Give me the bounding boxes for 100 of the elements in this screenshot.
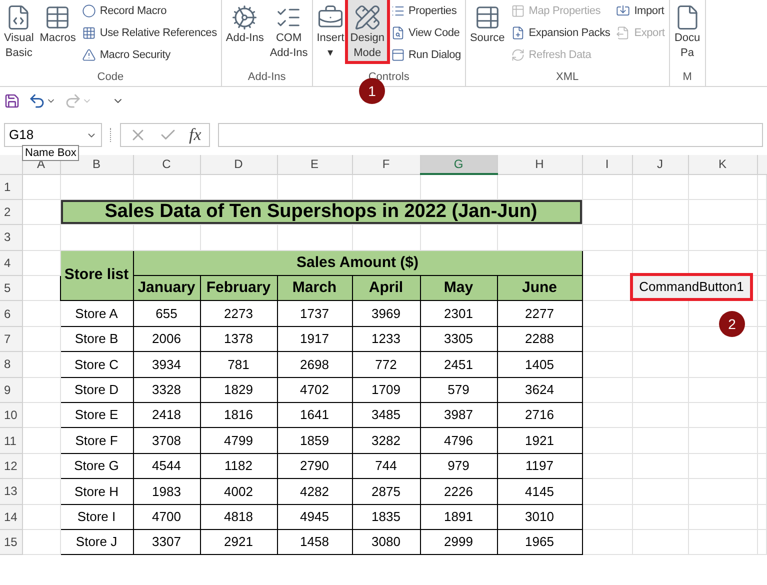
column-header[interactable]: H — [497, 155, 582, 174]
column-header[interactable]: I — [582, 155, 632, 174]
table-cell: 1378 — [200, 326, 277, 352]
table-cell: 3328 — [133, 377, 200, 403]
row-header[interactable]: 2 — [0, 199, 22, 225]
table-cell: 2418 — [133, 402, 200, 428]
table-cell: 4818 — [200, 504, 277, 530]
table-cell: 3282 — [352, 428, 420, 454]
column-header[interactable]: B — [60, 155, 133, 174]
ribbon-button[interactable]: Macros — [38, 0, 78, 46]
ribbon-button[interactable]: Design Mode — [348, 0, 387, 61]
import-icon — [616, 4, 630, 18]
ribbon-button[interactable]: View Code — [388, 22, 463, 44]
column-header[interactable]: F — [352, 155, 420, 174]
ribbon-button[interactable]: Visual Basic — [2, 0, 36, 61]
row-header[interactable]: 4 — [0, 250, 22, 276]
table-cell: 4702 — [277, 377, 352, 403]
table-header: May — [420, 276, 497, 301]
column-header[interactable]: C — [133, 155, 200, 174]
table-icon — [510, 4, 525, 18]
table-cell: 744 — [352, 453, 420, 479]
ribbon-button[interactable]: Use Relative References — [80, 22, 219, 44]
table-cell: 2226 — [420, 478, 497, 504]
column-header[interactable]: E — [277, 155, 352, 174]
group-label: Add-Ins — [246, 70, 287, 85]
row-header[interactable]: 12 — [0, 453, 22, 479]
ribbon-button[interactable]: Properties — [388, 0, 463, 22]
table-cell: 2698 — [277, 352, 352, 378]
save-icon[interactable] — [4, 93, 20, 109]
table-cell: Store H — [60, 478, 133, 504]
ribbon-button[interactable]: Docu Pa — [672, 0, 703, 61]
formula-input[interactable] — [218, 123, 763, 147]
row-header[interactable]: 14 — [0, 504, 22, 530]
table-cell: 4796 — [420, 428, 497, 454]
row-header[interactable]: 6 — [0, 300, 22, 326]
table-cell: 2006 — [133, 326, 200, 352]
table-cell: 1641 — [277, 402, 352, 428]
table-cell: 3969 — [352, 300, 420, 326]
table-header: June — [497, 276, 582, 301]
ribbon-button[interactable]: Expansion Packs — [508, 22, 612, 44]
table-cell: 3010 — [497, 504, 582, 530]
ribbon-button[interactable]: Record Macro — [80, 0, 219, 22]
table-title: Sales Data of Ten Supershops in 2022 (Jan-Jun) — [60, 200, 582, 224]
grid-icon — [82, 26, 96, 40]
table-header: April — [352, 276, 420, 301]
command-button[interactable]: CommandButton1 — [630, 273, 753, 301]
table-cell: 2273 — [200, 300, 277, 326]
row-header[interactable]: 3 — [0, 224, 22, 250]
table-cell: Store F — [60, 428, 133, 454]
gear-icon — [231, 4, 258, 31]
row-header[interactable]: 7 — [0, 326, 22, 352]
ribbon-button[interactable]: Add-Ins — [224, 0, 266, 46]
row-header[interactable]: 5 — [0, 276, 22, 301]
column-header[interactable]: G — [420, 155, 497, 174]
table-cell: 4700 — [133, 504, 200, 530]
table-header: Store list — [60, 250, 133, 301]
ribbon-button[interactable]: Import — [614, 0, 667, 22]
table-cell: 772 — [352, 352, 420, 378]
table-cell: 1835 — [352, 504, 420, 530]
table-cell: 4799 — [200, 428, 277, 454]
table-cell: 1233 — [352, 326, 420, 352]
undo-icon[interactable] — [28, 92, 46, 110]
table-cell: 2301 — [420, 300, 497, 326]
column-header[interactable]: D — [200, 155, 277, 174]
ribbon-button[interactable]: Macro Security — [80, 44, 219, 66]
table-cell: 2288 — [497, 326, 582, 352]
table-cell: 1458 — [277, 529, 352, 555]
table-cell: 3987 — [420, 402, 497, 428]
ribbon-button[interactable]: Insert ▾ — [314, 0, 346, 61]
ribbon-button[interactable]: Run Dialog — [388, 44, 463, 66]
row-header[interactable]: 8 — [0, 352, 22, 378]
table-cell: 579 — [420, 377, 497, 403]
table-cell: 1859 — [277, 428, 352, 454]
row-header[interactable]: 1 — [0, 174, 22, 200]
column-header[interactable]: J — [632, 155, 688, 174]
row-header[interactable]: 15 — [0, 529, 22, 555]
table-icon — [474, 4, 501, 31]
table-cell: 1917 — [277, 326, 352, 352]
table-cell: 781 — [200, 352, 277, 378]
table-cell: 3624 — [497, 377, 582, 403]
ribbon-button[interactable]: Source — [468, 0, 507, 46]
insert-function-button[interactable]: fx — [189, 122, 202, 148]
table-cell: 1737 — [277, 300, 352, 326]
row-header[interactable]: 11 — [0, 428, 22, 454]
row-header[interactable]: 13 — [0, 478, 22, 504]
table-cell: 4544 — [133, 453, 200, 479]
table-cell: 1891 — [420, 504, 497, 530]
table-cell: 1197 — [497, 453, 582, 479]
ribbon-button[interactable]: COM Add-Ins — [268, 0, 310, 61]
row-header[interactable]: 9 — [0, 377, 22, 403]
table-cell: Store J — [60, 529, 133, 555]
table-cell: Store C — [60, 352, 133, 378]
table-cell: 3485 — [352, 402, 420, 428]
table-cell: Store I — [60, 504, 133, 530]
table-cell: 2875 — [352, 478, 420, 504]
table-cell: 2999 — [420, 529, 497, 555]
table-cell: 1182 — [200, 453, 277, 479]
row-header[interactable]: 10 — [0, 402, 22, 428]
group-label: M — [682, 70, 693, 85]
column-header[interactable]: K — [688, 155, 757, 174]
